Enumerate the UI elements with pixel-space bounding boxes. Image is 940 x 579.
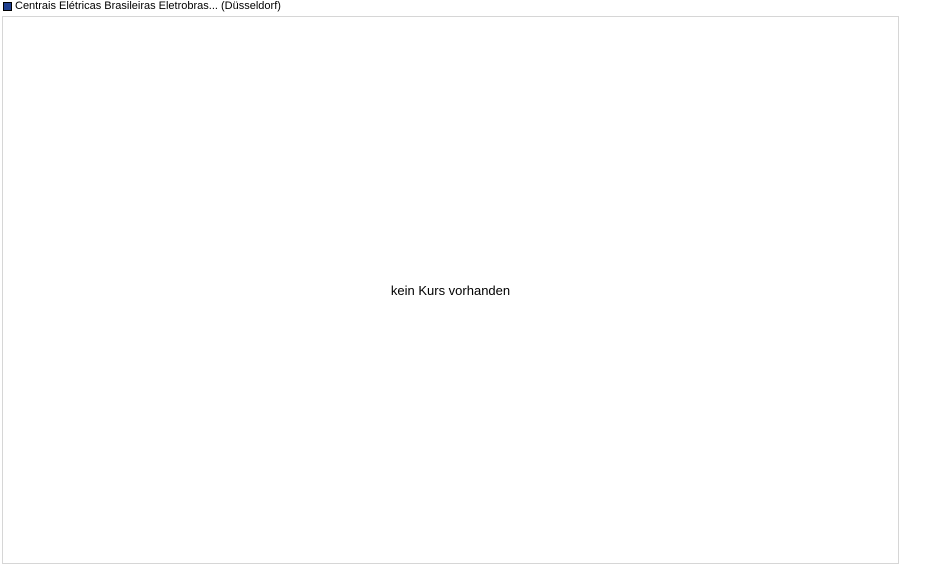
legend-series-label: Centrais Elétricas Brasileiras Eletrobra… [15, 0, 281, 12]
chart-legend: Centrais Elétricas Brasileiras Eletrobra… [3, 0, 281, 13]
plot-area: kein Kurs vorhanden [2, 16, 899, 564]
no-data-message: kein Kurs vorhanden [390, 283, 511, 298]
legend-swatch [3, 2, 12, 11]
